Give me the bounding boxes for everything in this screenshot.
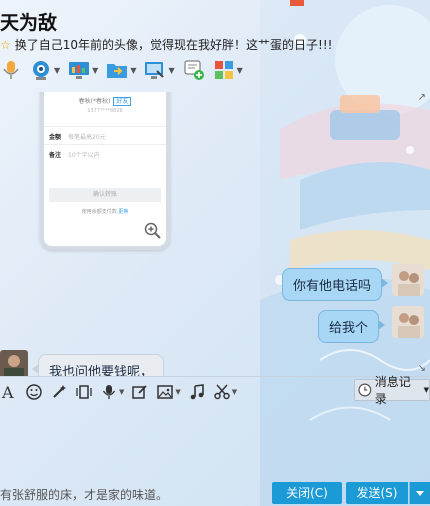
card-footer: 使用余额支付款,更换 [81,209,129,215]
emoji-button[interactable] [25,383,43,401]
send-image-button[interactable]: ▼ [156,383,181,401]
my-avatar[interactable] [392,306,424,338]
card-badge: 好友 [113,97,132,106]
ad-slogan[interactable]: 有张舒服的床，才是家的味道。 [0,486,168,503]
svg-text:A: A [1,383,14,401]
message-bubble[interactable]: 给我个 [318,310,386,343]
transfer-screenshot-image[interactable]: 春秋(*春秋) 好友 1377****8828 金额 每笔最高20元 备注 10个… [40,92,170,250]
card-footer-link: 更换 [118,209,129,215]
chevron-down-icon[interactable]: ▼ [119,388,124,396]
contact-name[interactable]: 天为敌 [0,8,57,35]
folder-transfer-icon [107,64,128,78]
font-icon: A [1,383,14,401]
bottom-bar: 有张舒服的床，才是家的味道。 关闭(C) 发送(S) [0,478,430,506]
font-button[interactable]: A [0,383,18,401]
video-call-button[interactable]: ▼ [30,59,60,81]
microphone-icon [102,384,116,399]
chat-add-icon [184,60,204,80]
card-payee-id: 1377****8828 [87,108,123,114]
message-history-button[interactable]: 消息记录 ▼ [354,375,430,406]
app-center-button[interactable]: ▼ [213,59,243,81]
voice-call-button[interactable] [0,59,22,81]
message-area[interactable]: ↗ 春秋(*春秋) 好友 1377****8828 金额 每笔最高20元 备注 1… [0,92,430,376]
send-options-button[interactable] [409,482,430,504]
chevron-down-icon[interactable]: ▼ [54,66,60,75]
voice-message-button[interactable]: ▼ [100,383,124,401]
chevron-down-icon[interactable]: ▼ [130,66,136,75]
smiley-icon [26,383,42,400]
music-button[interactable] [188,383,206,401]
image-icon [157,384,174,399]
shake-icon [76,384,92,399]
message-bubble[interactable]: 我也问他要钱呢， [31,354,165,376]
chevron-down-icon[interactable]: ▼ [237,66,243,75]
app-grid-icon [214,61,233,79]
chevron-down-icon[interactable]: ▼ [424,386,429,394]
close-button[interactable]: 关闭(C) [272,482,342,504]
music-note-icon [190,383,204,399]
message-bubble[interactable]: 你有他电话吗 [282,268,389,301]
message-input[interactable] [0,406,430,476]
microphone-icon [3,61,19,79]
chevron-down-icon[interactable]: ▼ [92,66,98,75]
scroll-up-icon[interactable]: ↗ [418,92,426,103]
shake-button[interactable] [75,383,93,401]
send-button[interactable]: 发送(S) [346,482,408,504]
magic-button[interactable] [50,383,68,401]
chevron-down-icon[interactable]: ▼ [232,388,237,396]
card-note-row: 备注 10个字以内 [44,144,166,162]
star-icon: ☆ [0,38,11,52]
card-note-label: 备注 [49,152,62,159]
card-note-placeholder: 10个字以内 [68,152,100,159]
magic-wand-icon [53,384,66,398]
zoom-in-icon[interactable] [144,222,162,240]
remote-desktop-button[interactable]: ▼ [144,59,175,81]
card-confirm-button: 确认转账 [49,188,161,202]
clock-icon [358,383,372,397]
my-avatar[interactable] [392,264,424,296]
screenshot-button[interactable]: ▼ [213,383,237,401]
rich-edit-button[interactable] [131,383,149,401]
scissors-icon [214,384,230,399]
contact-avatar[interactable] [0,350,28,376]
chat-header: 天为敌 ☆ 换了自己10年前的头像，觉得现在我好胖！这艹蛋的日子!!! ▼ ▼ … [0,0,430,92]
chevron-down-icon[interactable]: ▼ [175,388,180,396]
screen-share-button[interactable]: ▼ [68,59,98,81]
card-amount-row: 金额 每笔最高20元 [44,126,166,144]
remote-screen-icon [145,62,165,79]
chevron-down-icon[interactable]: ▼ [168,66,174,75]
contact-signature: 换了自己10年前的头像，觉得现在我好胖！这艹蛋的日子!!! [14,38,333,52]
new-discussion-button[interactable] [183,59,205,81]
window-badge [290,0,304,6]
contact-signature-row: ☆ 换了自己10年前的头像，觉得现在我好胖！这艹蛋的日子!!! [0,36,332,53]
webcam-icon [33,61,49,80]
message-history-label: 消息记录 [374,375,411,406]
card-payee-name: 春秋(*春秋) 好友 [44,96,166,106]
card-amount-placeholder: 每笔最高20元 [68,134,106,141]
file-transfer-button[interactable]: ▼ [106,59,136,81]
edit-icon [132,384,148,399]
monitor-icon [69,62,90,79]
chat-toolbar: ▼ ▼ ▼ ▼ ▼ [0,56,251,84]
card-amount-label: 金额 [49,134,62,141]
